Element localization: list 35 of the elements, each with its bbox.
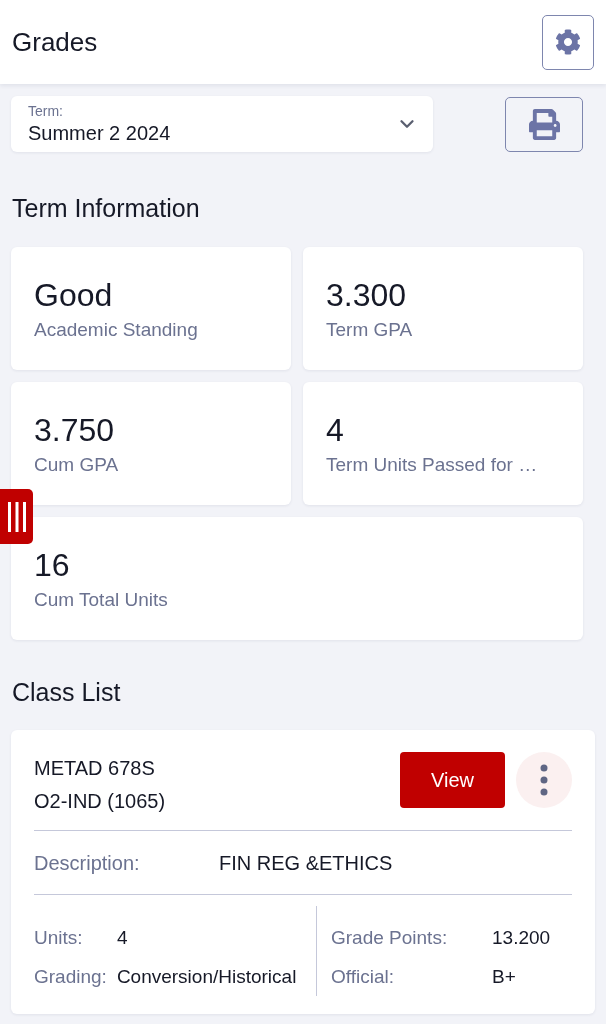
field-value: 13.200	[492, 926, 552, 950]
settings-icon	[555, 29, 581, 55]
field-value: Conversion/Historical	[116, 965, 298, 989]
description-value: FIN REG &ETHICS	[219, 850, 393, 876]
page-title: Grades	[12, 25, 98, 59]
settings-button[interactable]	[542, 14, 594, 70]
section-heading: Term Information	[11, 193, 201, 224]
stat-label: Term GPA	[326, 317, 414, 342]
stat-value: 4	[326, 410, 345, 450]
course-section: O2-IND (1065)	[34, 785, 166, 818]
course-code: METAD 678S	[34, 756, 156, 781]
side-panel-handle[interactable]	[0, 489, 33, 544]
printer-icon	[528, 108, 560, 140]
more-options-button[interactable]	[516, 752, 572, 808]
description-label: Description:	[34, 850, 141, 876]
view-button[interactable]: View	[400, 752, 505, 808]
field-value: 4	[116, 926, 129, 950]
stat-value: 3.750	[34, 410, 116, 450]
stat-label: Term Units Passed for …	[326, 452, 539, 477]
section-heading: Class List	[11, 677, 122, 708]
term-select[interactable]: Term: Summer 2 2024	[11, 96, 433, 152]
vertical-bars-icon	[7, 501, 26, 532]
field-label: Official:	[331, 965, 395, 989]
vertical-dots-icon	[540, 764, 548, 796]
stat-value: 16	[34, 545, 71, 585]
field-label: Grade Points:	[331, 926, 449, 950]
field-label: Units:	[34, 926, 84, 950]
stat-value: Good	[34, 275, 114, 315]
stat-label: Academic Standing	[34, 317, 199, 342]
stat-value: 3.300	[326, 275, 408, 315]
stat-label: Cum Total Units	[34, 587, 169, 612]
stat-label: Cum GPA	[34, 452, 120, 477]
print-button[interactable]	[505, 96, 583, 152]
field-label: Grading:	[34, 965, 107, 989]
field-value: B+	[492, 965, 517, 989]
